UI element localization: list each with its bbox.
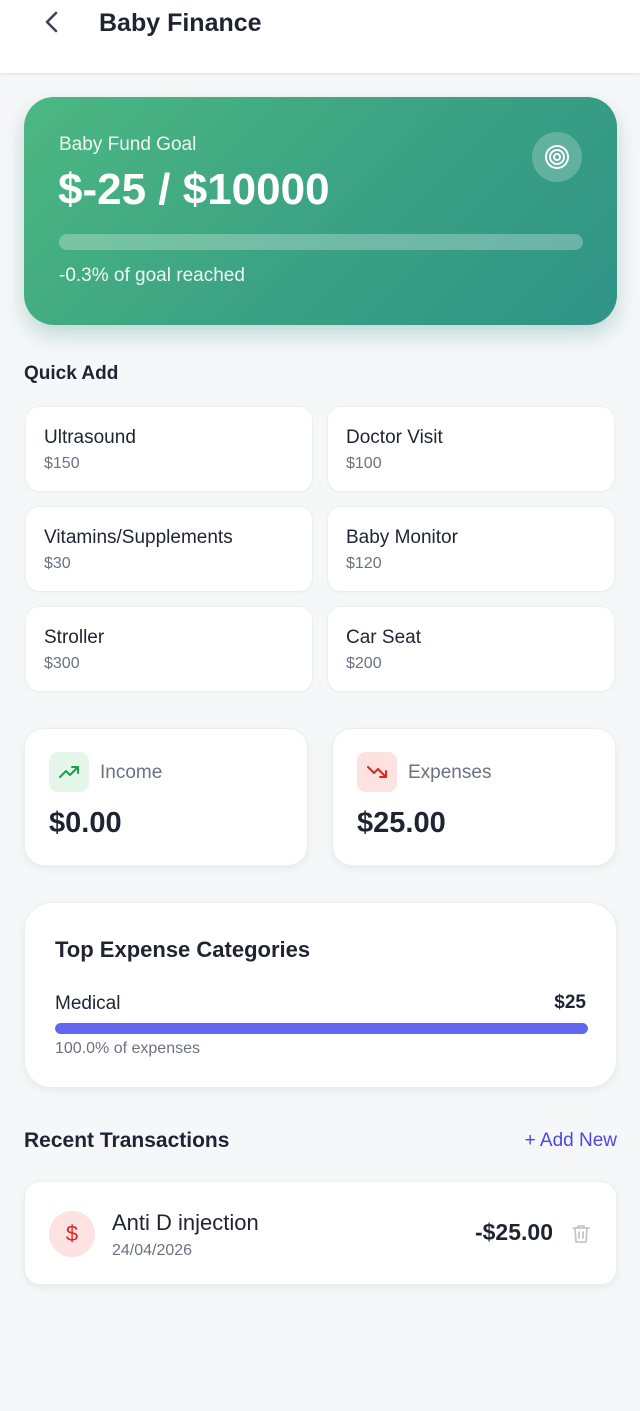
quick-add-name: Doctor Visit xyxy=(346,427,443,448)
dollar-glyph: $ xyxy=(65,1221,79,1246)
income-icon-badge xyxy=(49,752,89,792)
income-card: Income $0.00 xyxy=(24,728,308,866)
quick-add-car-seat[interactable]: Car Seat $200 xyxy=(327,606,615,692)
dollar-icon: $ xyxy=(49,1211,95,1257)
quick-add-vitamins[interactable]: Vitamins/Supplements $30 xyxy=(25,506,313,592)
quick-add-doctor-visit[interactable]: Doctor Visit $100 xyxy=(327,406,615,492)
quick-add-price: $300 xyxy=(44,655,80,672)
quick-add-stroller[interactable]: Stroller $300 xyxy=(25,606,313,692)
quick-add-baby-monitor[interactable]: Baby Monitor $120 xyxy=(327,506,615,592)
app-header: Baby Finance xyxy=(0,0,640,74)
goal-amount: $-25 / $10000 xyxy=(58,165,330,214)
expenses-value: $25.00 xyxy=(357,807,446,839)
transaction-name: Anti D injection xyxy=(112,1210,259,1235)
chevron-left-icon xyxy=(45,11,58,33)
quick-add-name: Ultrasound xyxy=(44,427,136,448)
quick-add-price: $150 xyxy=(44,455,80,472)
category-progress-fill xyxy=(55,1023,588,1034)
category-progress-bar xyxy=(55,1023,588,1034)
quick-add-price: $100 xyxy=(346,455,382,472)
quick-add-price: $200 xyxy=(346,655,382,672)
expenses-icon-badge xyxy=(357,752,397,792)
goal-reached-text: -0.3% of goal reached xyxy=(59,265,245,286)
page-title: Baby Finance xyxy=(99,9,262,37)
category-percent: 100.0% of expenses xyxy=(55,1040,200,1057)
category-amount: $25 xyxy=(554,992,586,1013)
quick-add-ultrasound[interactable]: Ultrasound $150 xyxy=(25,406,313,492)
goal-icon-badge xyxy=(532,132,582,182)
top-expense-categories-card: Top Expense Categories Medical $25 100.0… xyxy=(24,902,617,1088)
goal-label: Baby Fund Goal xyxy=(59,134,197,155)
quick-add-name: Car Seat xyxy=(346,627,421,648)
trending-up-icon xyxy=(59,766,79,778)
transaction-row[interactable]: $ Anti D injection 24/04/2026 -$25.00 xyxy=(24,1181,617,1285)
quick-add-name: Stroller xyxy=(44,627,105,648)
back-button[interactable] xyxy=(38,8,68,38)
quick-add-name: Vitamins/Supplements xyxy=(44,527,233,548)
transaction-date: 24/04/2026 xyxy=(112,1242,193,1259)
expenses-card: Expenses $25.00 xyxy=(332,728,616,866)
transaction-amount: -$25.00 xyxy=(474,1219,553,1245)
income-label: Income xyxy=(100,762,163,783)
trash-icon xyxy=(572,1225,590,1243)
expenses-label: Expenses xyxy=(408,762,492,783)
quick-add-title: Quick Add xyxy=(24,363,119,384)
delete-transaction-button[interactable] xyxy=(569,1222,593,1246)
recent-transactions-title: Recent Transactions xyxy=(24,1129,230,1152)
add-new-button[interactable]: + Add New xyxy=(525,1130,617,1152)
baby-fund-goal-card: Baby Fund Goal $-25 / $10000 -0.3% of go… xyxy=(24,97,617,325)
categories-title: Top Expense Categories xyxy=(55,937,311,962)
quick-add-name: Baby Monitor xyxy=(346,527,458,548)
category-name: Medical xyxy=(55,993,121,1014)
quick-add-price: $30 xyxy=(44,555,71,572)
goal-progress-bar xyxy=(59,234,583,250)
target-icon xyxy=(545,145,569,169)
quick-add-price: $120 xyxy=(346,555,382,572)
trending-down-icon xyxy=(367,766,387,778)
income-value: $0.00 xyxy=(49,807,122,839)
